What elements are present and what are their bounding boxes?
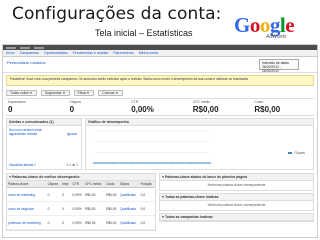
keyword-link[interactable]: professor de marketing [7, 215, 47, 230]
date-range-picker[interactable]: Intervalo de datas 26/02/2012 - 26/02/20… [259, 59, 299, 73]
filter-button[interactable]: Filtrar [73, 89, 95, 96]
performance-chart-panel: Gráfico de desempenho Cliques [85, 118, 314, 170]
keywords-title: Palavras-chave de melhor desempenho [7, 174, 155, 181]
alerts-pagination: 1-1 de 1 [66, 163, 78, 167]
chevron-down-icon [87, 91, 90, 94]
slide-title: Configurações da conta: [12, 4, 222, 24]
data-point [189, 162, 192, 164]
nav-item-campanhas[interactable]: Campanhas [20, 51, 39, 55]
customize-modules-link[interactable]: Personalizar módulos [7, 60, 45, 65]
all-online-dropdown[interactable]: Todas online [6, 89, 37, 96]
chevron-down-icon [9, 176, 11, 179]
stat-avg-cpc: CPC médio R$0,00 [192, 100, 219, 114]
chevron-down-icon [115, 91, 118, 94]
data-point [112, 162, 115, 164]
top-bar-link[interactable] [34, 46, 44, 49]
nav-item-oportunidades[interactable]: Oportunidades [44, 51, 68, 55]
segment-button[interactable]: Segmentar [41, 89, 70, 96]
nav-item-minha-conta[interactable]: Minha conta [139, 51, 159, 55]
performance-chart [93, 130, 211, 164]
inactive-keywords-panel: Todas as palavras-chave inativas Nenhuma… [159, 193, 314, 211]
filter-toolbar: Todas online Segmentar Filtrar Colunas [3, 88, 317, 97]
nav-item-ferramentas[interactable]: Ferramentas e análise [73, 51, 109, 55]
page-header: Personalizar módulos Intervalo de datas … [3, 57, 317, 73]
data-point [131, 162, 134, 164]
stat-impressions: Impressões 0 [8, 100, 26, 114]
status-link[interactable]: Qualificado [119, 201, 140, 216]
chevron-down-icon [30, 91, 32, 94]
middle-row: Alertas e comunicados (1) Seu novo anúnc… [6, 118, 314, 170]
bottom-row: Palavras-chave de melhor desempenho Pala… [6, 173, 314, 231]
columns-button[interactable]: Colunas [98, 89, 123, 96]
view-alerts-link[interactable]: Visualizar alertas » [9, 163, 36, 167]
table-row: curso de negocios 0 0 0,00% R$0,00 R$0,0… [7, 201, 155, 216]
stat-cost: Custo R$0,00 [254, 100, 281, 114]
chart-title: Gráfico de desempenho [86, 119, 313, 126]
nav-item-inicio[interactable]: Início [6, 51, 15, 55]
adwords-screenshot: Início Campanhas Oportunidades Ferrament… [2, 44, 318, 238]
ignore-alert-link[interactable]: Ignorar [67, 132, 77, 136]
status-link[interactable]: Qualificado [119, 215, 140, 230]
chart-legend: Cliques [288, 151, 305, 155]
top-keywords-panel: Palavras-chave de melhor desempenho Pala… [6, 173, 156, 231]
table-row: professor de marketing 0 0 0,00% R$0,00 … [7, 215, 155, 230]
chevron-down-icon [62, 91, 65, 94]
alerts-title: Alertas e comunicados (1) [7, 119, 81, 126]
summary-stats: Impressões 0 Cliques 0 CTR 0,00% CPC méd… [6, 98, 314, 116]
stat-clicks: Cliques 0 [69, 100, 81, 114]
notice-banner: Parabéns! Você criou sua primeira campan… [6, 75, 314, 86]
data-point [170, 162, 173, 164]
below-first-page-bid-panel: Palavras-chave abaixo do lance de primei… [159, 173, 314, 191]
logo-product: AdWords [266, 34, 287, 40]
top-bar-link[interactable] [6, 46, 16, 49]
nav-item-faturamento[interactable]: Faturamento [113, 51, 133, 55]
stat-ctr: CTR 0,00% [131, 100, 154, 114]
chevron-down-icon[interactable] [162, 196, 164, 199]
legend-label: Cliques [294, 151, 305, 155]
data-point [151, 162, 153, 164]
chevron-down-icon[interactable] [162, 216, 164, 219]
keyword-link[interactable]: curso de negocios [7, 201, 47, 216]
legend-swatch [288, 152, 293, 154]
inactive-campaigns-panel: Todas as campanhas inativas [159, 213, 314, 222]
data-point [209, 162, 211, 164]
chevron-down-icon[interactable] [162, 176, 164, 179]
keyword-link[interactable]: curso de marketing [7, 187, 47, 202]
data-point [93, 162, 95, 164]
keywords-table: Palavra-chave Cliques Impr. CTR CPC médi… [7, 181, 155, 230]
table-row: curso de marketing 0 0 0,00% R$0,00 R$0,… [7, 187, 155, 202]
alert-item[interactable]: Seu novo anúncio está aguardando revisão [7, 126, 59, 138]
alerts-panel: Alertas e comunicados (1) Seu novo anúnc… [6, 118, 82, 170]
status-link[interactable]: Qualificado [119, 187, 140, 202]
side-panels: Palavras-chave abaixo do lance de primei… [159, 173, 314, 231]
date-range-value: 26/02/2012 - 26/02/2012 [262, 65, 282, 73]
top-bar-link[interactable] [20, 46, 30, 49]
slide-subtitle: Tela inicial – Estatísticas [95, 28, 193, 38]
main-nav: Início Campanhas Oportunidades Ferrament… [3, 50, 317, 57]
